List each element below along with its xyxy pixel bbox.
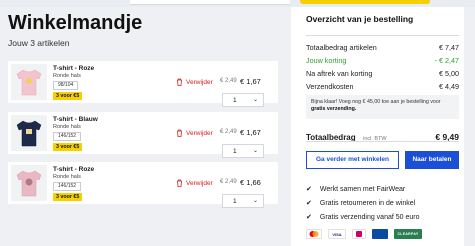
check-icon: ✔ (306, 214, 312, 221)
price: € 1,66 (240, 178, 261, 187)
usp-item: ✔ Gratis retourneren in de winkel (306, 199, 459, 208)
quantity-value: 1 (233, 96, 237, 104)
notice-text: Bijna klaar! Voeg nog € 45,00 toe aan je… (311, 99, 441, 105)
trash-icon (177, 129, 182, 137)
quantity-select[interactable]: 1 ⌄ (222, 144, 264, 158)
quantity-select[interactable]: 1 ⌄ (222, 93, 264, 107)
row-value: € 5,00 (439, 69, 459, 78)
promo-badge: 3 voor €5 (53, 92, 83, 100)
usp-text: Gratis retourneren in de winkel (319, 199, 416, 207)
usp-text: Werkt samen met FairWear (319, 185, 406, 193)
remove-label: Verwijder (186, 78, 213, 86)
ideal-icon (352, 229, 366, 239)
notice-bold: gratis verzending. (311, 106, 357, 112)
quantity-select[interactable]: 1 ⌄ (222, 194, 264, 208)
quantity-value: 1 (233, 147, 237, 155)
usp-item: ✔ Gratis verzending vanaf 50 euro (306, 213, 459, 222)
old-price: € 2,49 (220, 78, 237, 84)
product-image[interactable] (11, 165, 47, 201)
summary-row-shipping: Verzendkosten € 4,49 (306, 82, 459, 91)
clearpay-icon: CLEARPAY (394, 229, 422, 239)
chevron-down-icon: ⌄ (252, 97, 258, 103)
row-label: Na aftrek van korting (306, 69, 373, 78)
page-title: Winkelmandje (8, 12, 143, 34)
remove-button[interactable]: Verwijder (176, 77, 226, 87)
divider (306, 35, 459, 36)
old-price: € 2,49 (220, 129, 237, 135)
product-image[interactable] (11, 115, 47, 151)
summary-row-subtotal: Totaalbedrag artikelen € 7,47 (306, 43, 459, 52)
mastercard-icon (306, 229, 322, 239)
order-summary: Overzicht van je bestelling Totaalbedrag… (291, 7, 464, 246)
page-edge (464, 7, 475, 246)
header-pill (300, 0, 430, 4)
promo-badge: 3 voor €5 (53, 143, 83, 151)
row-label: Totaalbedrag artikelen (306, 43, 377, 52)
free-shipping-notice: Bijna klaar! Voeg nog € 45,00 toe aan je… (306, 95, 459, 119)
summary-row-after-discount: Na aftrek van korting € 5,00 (306, 69, 459, 78)
product-subtitle: Ronde hals (53, 174, 81, 180)
usp-text: Gratis verzending vanaf 50 euro (319, 213, 420, 221)
remove-label: Verwijder (186, 179, 213, 187)
usp-item: ✔ Werkt samen met FairWear (306, 185, 459, 194)
remove-button[interactable]: Verwijder (176, 178, 226, 188)
trash-icon (177, 78, 182, 86)
cart-panel: Winkelmandje Jouw 3 artikelen T-shirt - … (0, 7, 280, 246)
item-count: Jouw 3 artikelen (8, 38, 70, 48)
chevron-down-icon: ⌄ (252, 198, 258, 204)
size-badge: 146/152 (53, 182, 82, 191)
top-bar (0, 0, 475, 7)
price: € 1,67 (240, 128, 261, 137)
tshirt-icon (16, 69, 42, 96)
row-label: Jouw korting (306, 56, 347, 65)
summary-title: Overzicht van je bestelling (306, 14, 414, 24)
product-subtitle: Ronde hals (53, 73, 81, 79)
payment-methods: VISA CLEARPAY (306, 228, 459, 240)
checkout-button[interactable]: Naar betalen (405, 151, 459, 169)
continue-shopping-button[interactable]: Ga verder met winkelen (306, 151, 399, 169)
quantity-value: 1 (233, 197, 237, 205)
row-value: € 4,49 (439, 82, 459, 91)
product-name[interactable]: T-shirt - Blauw (53, 116, 98, 123)
bancontact-icon (372, 229, 388, 239)
check-icon: ✔ (306, 200, 312, 207)
divider (306, 141, 459, 142)
promo-badge: 3 voor €5 (53, 193, 83, 201)
remove-label: Verwijder (186, 129, 213, 137)
remove-button[interactable]: Verwijder (176, 128, 226, 138)
tshirt-icon (16, 170, 42, 197)
check-icon: ✔ (306, 186, 312, 193)
summary-row-discount: Jouw korting - € 2,47 (306, 56, 459, 65)
size-badge: 98/104 (53, 81, 79, 90)
tshirt-icon (16, 120, 42, 147)
price: € 1,67 (240, 77, 261, 86)
row-value: - € 2,47 (434, 56, 459, 65)
trash-icon (177, 179, 182, 187)
product-name[interactable]: T-shirt - Roze (53, 65, 94, 72)
row-value: € 7,47 (439, 43, 459, 52)
chevron-down-icon: ⌄ (252, 148, 258, 154)
total-row: Totaalbedrag incl. BTW € 9,49 (306, 127, 459, 145)
row-label: Verzendkosten (306, 82, 354, 91)
product-subtitle: Ronde hals (53, 124, 81, 130)
old-price: € 2,49 (220, 179, 237, 185)
product-name[interactable]: T-shirt - Roze (53, 166, 94, 173)
size-badge: 146/152 (53, 132, 82, 141)
product-image[interactable] (11, 64, 47, 100)
search-bar-edge[interactable] (130, 0, 290, 5)
visa-icon: VISA (328, 229, 346, 239)
